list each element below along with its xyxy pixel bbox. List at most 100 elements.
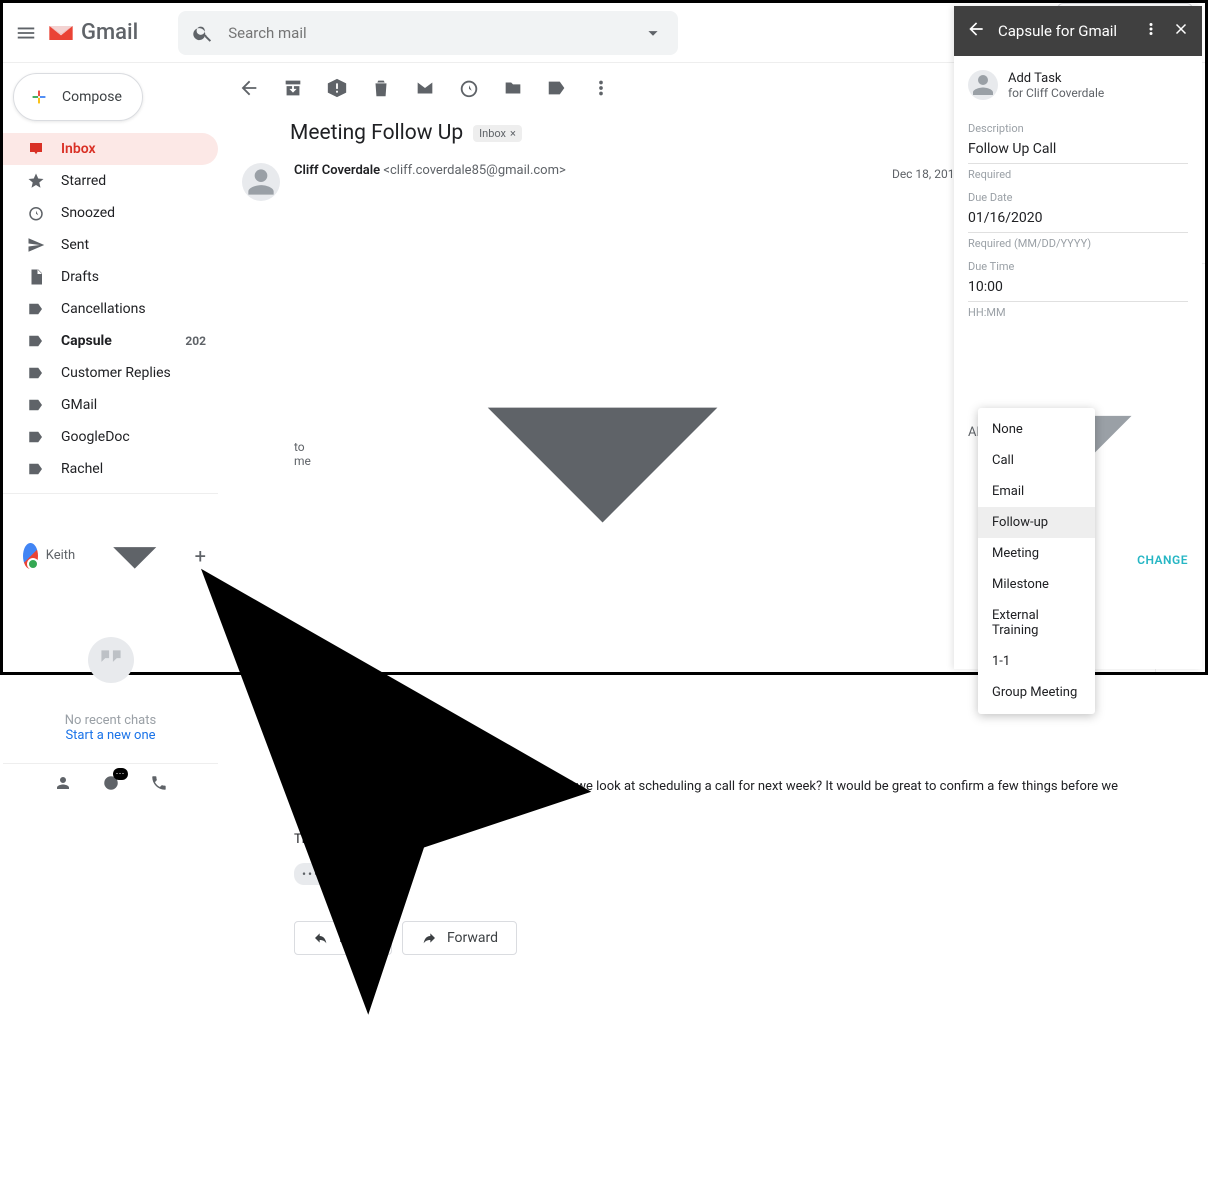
hangouts-tab-icon[interactable]: ⋯: [102, 772, 120, 794]
label-icon: [27, 428, 45, 446]
dropdown-item-follow-up[interactable]: Follow-up: [978, 507, 1095, 538]
dropdown-item-milestone[interactable]: Milestone: [978, 569, 1095, 600]
sidebar-item-googledoc[interactable]: GoogleDoc: [3, 421, 218, 453]
more-icon[interactable]: [590, 77, 612, 99]
sidepanel-title: Capsule for Gmail: [998, 22, 1130, 40]
sidebar-item-capsule[interactable]: Capsule 202: [3, 325, 218, 357]
chevron-down-icon[interactable]: [327, 178, 878, 729]
email-subject: Meeting Follow Up: [290, 121, 463, 145]
forward-button[interactable]: Forward: [402, 921, 517, 955]
hangouts-user-row[interactable]: Keith +: [3, 493, 218, 617]
label-icon: [27, 140, 45, 158]
hamburger-icon[interactable]: [15, 22, 37, 44]
sidebar-item-starred[interactable]: Starred: [3, 165, 218, 197]
search-options-icon[interactable]: [642, 22, 664, 44]
duetime-hint: HH:MM: [968, 306, 1188, 319]
spam-icon[interactable]: [326, 77, 348, 99]
back-icon[interactable]: [238, 77, 260, 99]
hangouts-start-link[interactable]: Start a new one: [65, 728, 155, 743]
dropdown-item-1-1[interactable]: 1-1: [978, 646, 1095, 677]
reply-arrow-icon: [313, 930, 329, 946]
label-icon: [27, 460, 45, 478]
person-icon[interactable]: [54, 772, 72, 794]
phone-icon[interactable]: [150, 772, 168, 794]
description-input[interactable]: Follow Up Call: [968, 139, 1188, 164]
sender-avatar: [242, 163, 280, 201]
mark-unread-icon[interactable]: [414, 77, 436, 99]
chevron-down-icon: [83, 504, 186, 607]
sidebar-item-snoozed[interactable]: Snoozed: [3, 197, 218, 229]
trimmed-content-toggle[interactable]: •••: [294, 863, 328, 885]
tasktype-dropdown: NoneCallEmailFollow-upMeetingMilestoneEx…: [978, 408, 1095, 714]
duedate-input[interactable]: 01/16/2020: [968, 208, 1188, 233]
delete-icon[interactable]: [370, 77, 392, 99]
description-hint: Required: [968, 168, 1188, 181]
sidebar-item-label: Capsule: [61, 333, 112, 349]
duedate-hint: Required (MM/DD/YYYY): [968, 237, 1188, 250]
task-contact-avatar: [968, 70, 998, 100]
sidebar-item-inbox[interactable]: Inbox: [3, 133, 218, 165]
search-icon[interactable]: [192, 22, 214, 44]
sidebar-item-gmail[interactable]: GMail: [3, 389, 218, 421]
compose-button[interactable]: Compose: [13, 73, 143, 121]
sidebar-item-label: Starred: [61, 173, 106, 189]
moveto-icon[interactable]: [502, 77, 524, 99]
snooze-icon[interactable]: [458, 77, 480, 99]
sidebar-item-label: Customer Replies: [61, 365, 171, 381]
add-contact-button[interactable]: +: [195, 544, 206, 568]
addtask-title: Add Task: [1008, 71, 1104, 86]
label-icon: [27, 364, 45, 382]
addtask-subtitle: for Cliff Coverdale: [1008, 86, 1104, 100]
plus-multicolor-icon: [28, 86, 50, 108]
sidepanel-back-icon[interactable]: [966, 19, 986, 43]
sidepanel-close-icon[interactable]: [1172, 20, 1190, 42]
dropdown-item-none[interactable]: None: [978, 414, 1095, 445]
duetime-input[interactable]: 10:00: [968, 277, 1188, 302]
sidebar-item-label: Sent: [61, 237, 89, 253]
dropdown-item-external-training[interactable]: External Training: [978, 600, 1095, 646]
change-button[interactable]: CHANGE: [1137, 553, 1188, 567]
sidebar-item-label: Snoozed: [61, 205, 115, 221]
reply-button[interactable]: Reply: [294, 921, 392, 955]
sidebar-item-count: 202: [185, 334, 206, 348]
sidebar-item-label: Drafts: [61, 269, 99, 285]
forward-arrow-icon: [421, 930, 437, 946]
dropdown-item-group-meeting[interactable]: Group Meeting: [978, 677, 1095, 708]
sidebar-item-customer-replies[interactable]: Customer Replies: [3, 357, 218, 389]
email-body: Hi Keith, It was great meeting you earli…: [218, 735, 1155, 893]
sender-email: <cliff.coverdale85@gmail.com>: [383, 163, 565, 178]
label-icon[interactable]: [546, 77, 568, 99]
gmail-logo[interactable]: Gmail: [47, 19, 138, 47]
compose-label: Compose: [62, 89, 122, 105]
sidebar-item-cancellations[interactable]: Cancellations: [3, 293, 218, 325]
hangouts-panel: No recent chats Start a new one: [3, 617, 218, 763]
dropdown-item-email[interactable]: Email: [978, 476, 1095, 507]
duedate-label: Due Date: [968, 191, 1188, 204]
hangouts-bubble-icon: [88, 637, 134, 683]
duetime-label: Due Time: [968, 260, 1188, 273]
search-bar[interactable]: [178, 11, 678, 55]
inbox-chip[interactable]: Inbox ×: [473, 125, 522, 142]
sidebar-item-drafts[interactable]: Drafts: [3, 261, 218, 293]
dropdown-item-call[interactable]: Call: [978, 445, 1095, 476]
hangouts-empty-text: No recent chats: [13, 713, 208, 728]
search-input[interactable]: [228, 24, 628, 42]
label-icon: [27, 172, 45, 190]
description-label: Description: [968, 122, 1188, 135]
label-icon: [27, 396, 45, 414]
sidebar-item-rachel[interactable]: Rachel: [3, 453, 218, 485]
label-icon: [27, 268, 45, 286]
sidebar-item-label: GMail: [61, 397, 97, 413]
label-icon: [27, 332, 45, 350]
archive-icon[interactable]: [282, 77, 304, 99]
dropdown-item-meeting[interactable]: Meeting: [978, 538, 1095, 569]
sidebar-item-sent[interactable]: Sent: [3, 229, 218, 261]
label-icon: [27, 204, 45, 222]
sidebar-item-label: Rachel: [61, 461, 103, 477]
sidebar-item-label: Inbox: [61, 141, 96, 157]
sidepanel-more-icon[interactable]: [1142, 20, 1160, 42]
user-presence-icon: [23, 543, 38, 569]
user-name-label: Keith: [46, 548, 75, 563]
label-icon: [27, 300, 45, 318]
recipient-line: to me: [294, 440, 323, 468]
